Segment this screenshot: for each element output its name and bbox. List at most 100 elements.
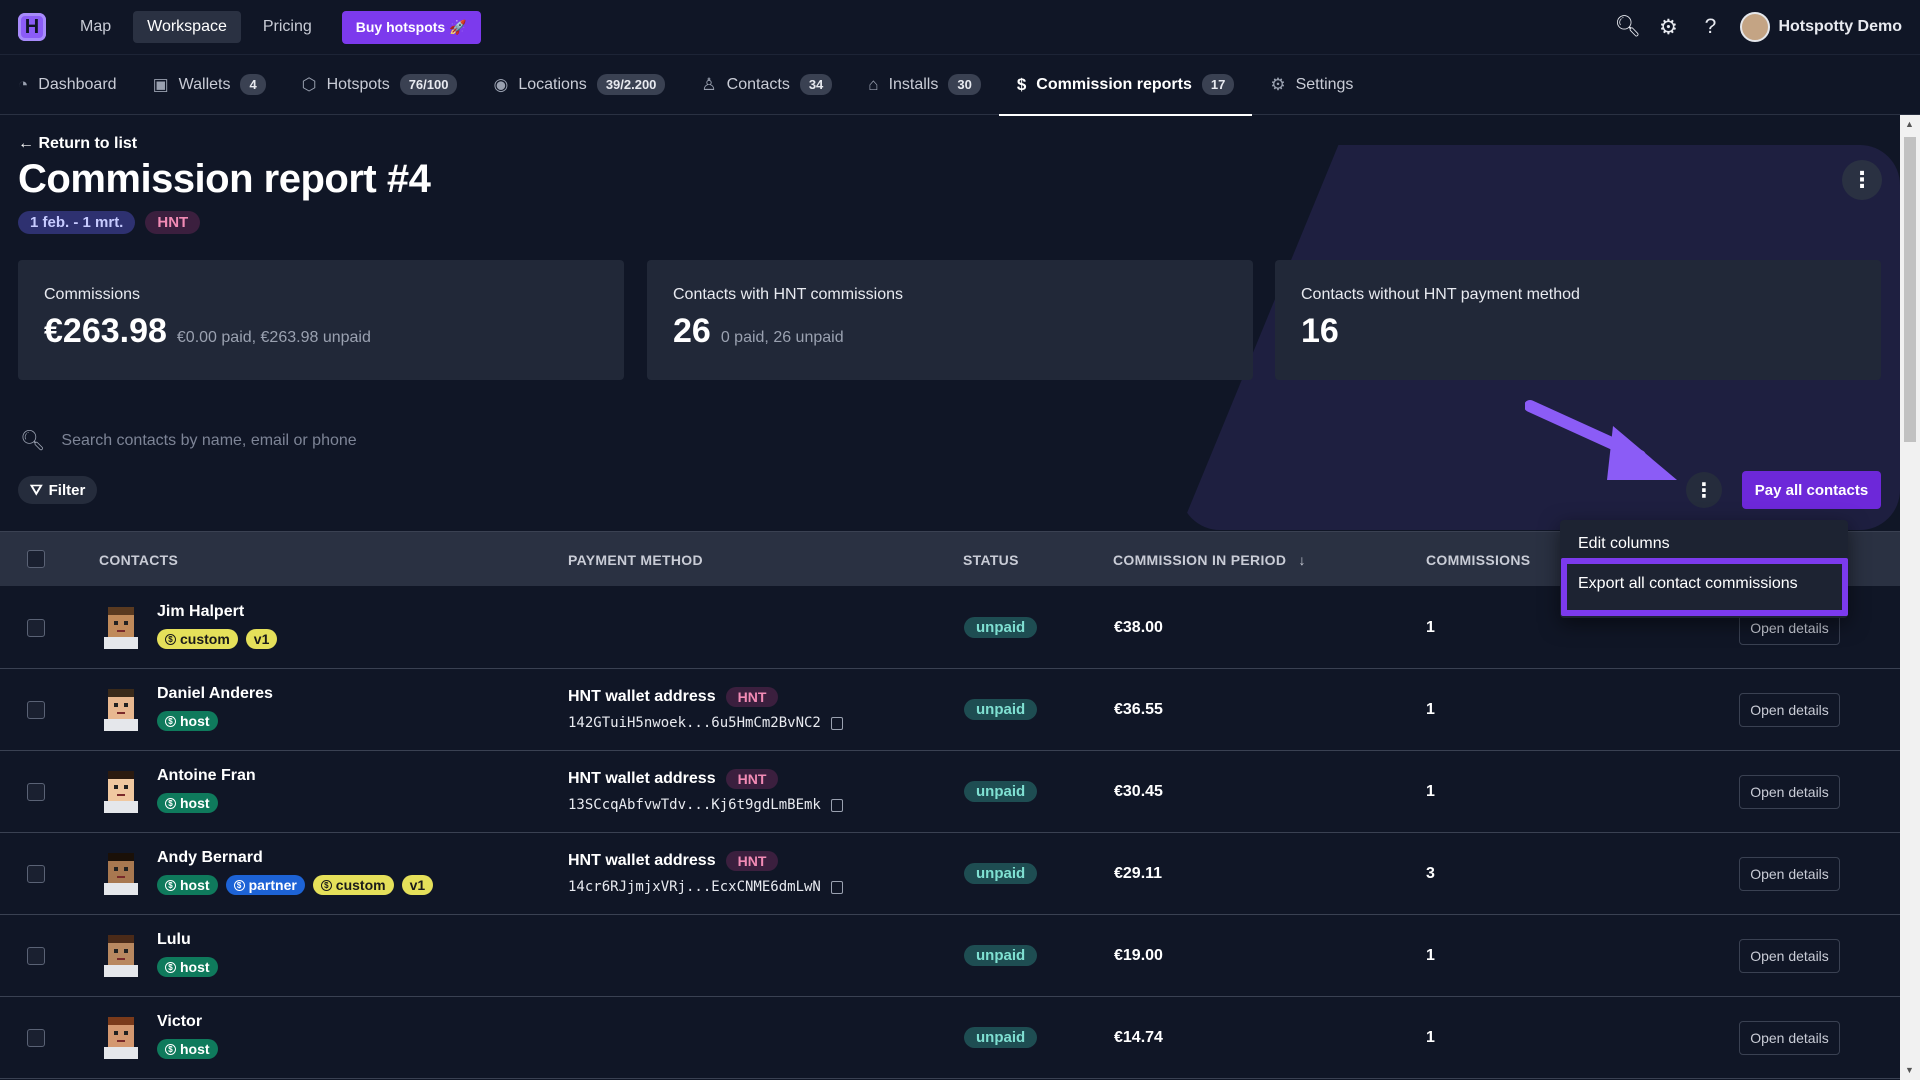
status-badge: unpaid (964, 617, 1038, 638)
tab-hotspots[interactable]: ⬡ Hotspots 76/100 (302, 55, 476, 115)
tag-label: custom (180, 631, 230, 647)
wallet-address: 14cr6RJjmjxVRj...EcxCNME6dmLwN (568, 879, 843, 895)
top-nav: Map Workspace Pricing Buy hotspots 🚀 (66, 10, 481, 44)
status-badge: unpaid (964, 945, 1038, 966)
nav-workspace[interactable]: Workspace (133, 11, 241, 43)
row-checkbox[interactable] (27, 1029, 45, 1047)
rocket-icon: 🚀 (449, 18, 467, 35)
payment-method: HNT wallet address HNT (568, 851, 779, 871)
sort-down-icon: ↓ (1298, 552, 1306, 568)
help-icon[interactable]: ? (1698, 15, 1722, 39)
tab-contacts[interactable]: ♙ Contacts 34 (701, 55, 850, 115)
table-row: Daniel Anderes $ host HNT wallet address HNT… (0, 669, 1900, 751)
tag-partner: $ partner (225, 875, 305, 895)
contact-tags: $ host (157, 711, 218, 731)
row-checkbox[interactable] (27, 701, 45, 719)
commissions-card: Commissions €263.98 €0.00 paid, €263.98 u… (18, 260, 624, 380)
payment-method-label: HNT wallet address (568, 688, 716, 705)
tab-installs[interactable]: ⌂ Installs 30 (868, 55, 999, 115)
report-chips: 1 feb. - 1 mrt. HNT (18, 211, 201, 234)
payment-token-chip: HNT (725, 769, 779, 789)
col-commission-in-period[interactable]: COMMISSION IN PERIOD ↓ (1113, 552, 1306, 568)
col-status[interactable]: STATUS (963, 552, 1019, 568)
contact-search[interactable]: 🔍︎ Search contacts by name, email or pho… (20, 428, 357, 453)
dollar-icon: $ (165, 633, 176, 645)
select-all-checkbox[interactable] (27, 550, 45, 568)
contact-name[interactable]: Daniel Anderes (157, 685, 273, 703)
search-icon: 🔍︎ (20, 430, 46, 452)
nav-pricing[interactable]: Pricing (249, 11, 326, 43)
contact-name[interactable]: Victor (157, 1013, 202, 1031)
open-details-button[interactable]: Open details (1739, 775, 1840, 809)
buy-hotspots-button[interactable]: Buy hotspots 🚀 (341, 10, 481, 44)
edit-columns-item[interactable]: Edit columns (1578, 535, 1670, 553)
copy-icon[interactable] (830, 880, 843, 894)
tag-host: $ host (157, 793, 218, 813)
contact-name[interactable]: Jim Halpert (157, 603, 244, 621)
tab-label: Wallets (178, 75, 231, 93)
contact-name[interactable]: Lulu (157, 931, 191, 949)
row-checkbox[interactable] (27, 947, 45, 965)
card-sub: €0.00 paid, €263.98 unpaid (176, 329, 371, 346)
payment-method-label: HNT wallet address (568, 770, 716, 787)
tab-badge: 34 (799, 74, 833, 95)
row-checkbox[interactable] (27, 619, 45, 637)
status-badge: unpaid (964, 781, 1038, 802)
tab-locations[interactable]: ◉ Locations 39/2.200 (493, 55, 683, 115)
open-details-button[interactable]: Open details (1739, 939, 1840, 973)
row-checkbox[interactable] (27, 865, 45, 883)
open-details-button[interactable]: Open details (1739, 693, 1840, 727)
search-icon[interactable]: 🔍︎ (1614, 15, 1641, 39)
tab-label: Contacts (726, 75, 790, 93)
tag-label: custom (335, 877, 386, 893)
scroll-thumb[interactable] (1904, 137, 1916, 442)
pin-icon: ◉ (493, 74, 509, 94)
contact-tags: $ host (157, 793, 218, 813)
contact-avatar (104, 935, 138, 977)
filter-icon: ⛛ (30, 481, 43, 499)
gear-icon[interactable]: ⚙ (1656, 15, 1680, 40)
scroll-down-icon[interactable]: ▼ (1905, 1065, 1914, 1075)
tab-dashboard[interactable]: ◔ Dashboard (18, 55, 135, 115)
avatar (1740, 12, 1771, 42)
user-menu[interactable]: Hotspotty Demo (1740, 12, 1902, 42)
col-commissions[interactable]: COMMISSIONS (1426, 552, 1530, 568)
contact-tags: $ host (157, 957, 218, 977)
wallet-icon: ▣ (152, 74, 169, 94)
report-menu-button[interactable]: ⋮ (1842, 160, 1882, 200)
commission-count: 1 (1426, 783, 1435, 800)
contact-avatar (104, 607, 138, 649)
open-details-button[interactable]: Open details (1739, 1021, 1840, 1055)
tab-commission-reports[interactable]: $ Commission reports 17 (998, 55, 1253, 116)
nav-map[interactable]: Map (66, 11, 125, 43)
return-to-list-link[interactable]: ← Return to list (18, 135, 137, 153)
dollar-icon: $ (320, 879, 332, 891)
filter-label: Filter (48, 481, 86, 499)
col-contacts[interactable]: CONTACTS (99, 552, 178, 568)
copy-icon[interactable] (830, 798, 843, 812)
contact-name[interactable]: Antoine Fran (157, 767, 256, 785)
col-label: COMMISSION IN PERIOD (1113, 552, 1287, 568)
payment-token-chip: HNT (725, 687, 779, 707)
page-scrollbar[interactable]: ▲ ▼ (1900, 115, 1920, 1080)
row-checkbox[interactable] (27, 783, 45, 801)
filter-button[interactable]: ⛛ Filter (18, 476, 98, 504)
commission-count: 1 (1426, 1029, 1435, 1046)
pay-all-contacts-button[interactable]: Pay all contacts (1742, 471, 1881, 509)
hotspotty-logo[interactable]: H (18, 13, 46, 41)
search-input[interactable]: Search contacts by name, email or phone (61, 432, 356, 450)
copy-icon[interactable] (830, 716, 843, 730)
col-payment-method[interactable]: PAYMENT METHOD (568, 552, 703, 568)
table-row: Andy Bernard $ host $ partner $ custom v1 HNT wa… (0, 833, 1900, 915)
status-badge: unpaid (964, 1027, 1038, 1048)
contact-avatar (104, 689, 138, 731)
tab-settings[interactable]: ⚙ Settings (1270, 55, 1371, 115)
dollar-icon: $ (1016, 74, 1027, 94)
tab-wallets[interactable]: ▣ Wallets 4 (153, 55, 284, 115)
wallet-address: 13SCcqAbfvwTdv...Kj6t9gdLmBEmk (568, 797, 843, 813)
contact-name[interactable]: Andy Bernard (157, 849, 263, 867)
open-details-button[interactable]: Open details (1739, 857, 1840, 891)
table-row: Antoine Fran $ host HNT wallet address HNT 13… (0, 751, 1900, 833)
more-actions-button[interactable]: ⋮ (1686, 472, 1722, 508)
scroll-up-icon[interactable]: ▲ (1905, 119, 1914, 129)
